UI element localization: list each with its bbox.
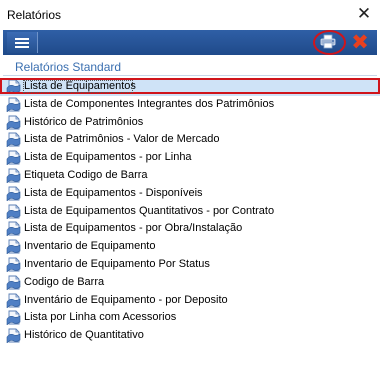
hamburger-icon-line [15,46,29,48]
report-document-icon [6,186,21,202]
report-item-label: Lista de Equipamentos - por Linha [24,151,192,164]
report-item[interactable]: Inventário de Equipamento - por Deposito [0,292,380,310]
report-item-label: Inventário de Equipamento - por Deposito [24,293,228,306]
report-document-icon [6,168,21,184]
report-document-icon [6,132,21,149]
report-document-icon [6,150,21,167]
report-document-icon [6,328,21,345]
report-item[interactable]: Lista de Equipamentos - por Linha [0,149,380,167]
report-item[interactable]: Histórico de Patrimônios [0,114,380,132]
title-bar: Relatórios ✕ [0,0,380,30]
report-item[interactable]: Inventario de Equipamento Por Status [0,256,380,274]
report-item[interactable]: Codigo de Barra [0,274,380,292]
report-item-label: Lista de Equipamentos Quantitativos - po… [24,204,275,217]
report-item-label: Lista por Linha com Acessorios [24,311,177,324]
report-item-label: Lista de Equipamentos - por Obra/Instala… [24,222,243,235]
report-document-icon [6,97,21,113]
report-document-icon [6,310,21,327]
hamburger-icon [15,38,29,40]
report-item[interactable]: Lista de Componentes Integrantes dos Pat… [0,96,380,114]
report-item[interactable]: Histórico de Quantitativo [0,327,380,345]
section-title: Relatórios Standard [15,60,122,74]
report-document-icon [6,239,21,256]
report-item[interactable]: Lista de Equipamentos Quantitativos - po… [0,203,380,221]
report-item-label: Codigo de Barra [24,275,105,288]
report-document-icon [6,204,21,220]
report-item-label: Inventario de Equipamento Por Status [24,257,210,270]
report-item-label: Histórico de Quantitativo [24,329,144,342]
report-document-icon [6,275,21,291]
report-item[interactable]: Lista de Equipamentos [0,78,380,96]
report-document-icon [6,79,21,95]
report-document-icon [6,221,21,238]
report-item-label: Lista de Equipamentos [24,80,136,92]
report-item[interactable]: Lista de Equipamentos - por Obra/Instala… [0,220,380,238]
report-list: Lista de Equipamentos Lista de Componente… [0,78,380,345]
report-item-label: Histórico de Patrimônios [24,115,144,128]
report-item[interactable]: Inventario de Equipamento [0,238,380,256]
report-item-label: Lista de Patrimônios - Valor de Mercado [24,133,220,146]
report-document-icon [6,293,21,309]
print-button[interactable] [311,30,346,55]
report-item-label: Etiqueta Codigo de Barra [24,168,148,181]
report-item-label: Inventario de Equipamento [24,240,156,253]
report-item[interactable]: Lista por Linha com Acessorios [0,309,380,327]
menu-button[interactable] [7,32,38,53]
section-header: Relatórios Standard [3,58,377,76]
report-item-label: Lista de Componentes Integrantes dos Pat… [24,97,275,110]
printer-icon [320,34,336,49]
report-item-label: Lista de Equipamentos - Disponíveis [24,186,203,199]
report-document-icon [6,115,21,131]
red-x-icon[interactable]: ✖ [350,31,370,53]
report-item[interactable]: Etiqueta Codigo de Barra [0,167,380,185]
report-item[interactable]: Lista de Patrimônios - Valor de Mercado [0,131,380,149]
hamburger-icon-line [15,42,29,44]
report-document-icon [6,257,21,273]
window-title: Relatórios [7,8,62,22]
toolbar: ✖ [3,30,377,55]
report-item[interactable]: Lista de Equipamentos - Disponíveis [0,185,380,203]
close-icon[interactable]: ✕ [356,4,372,24]
